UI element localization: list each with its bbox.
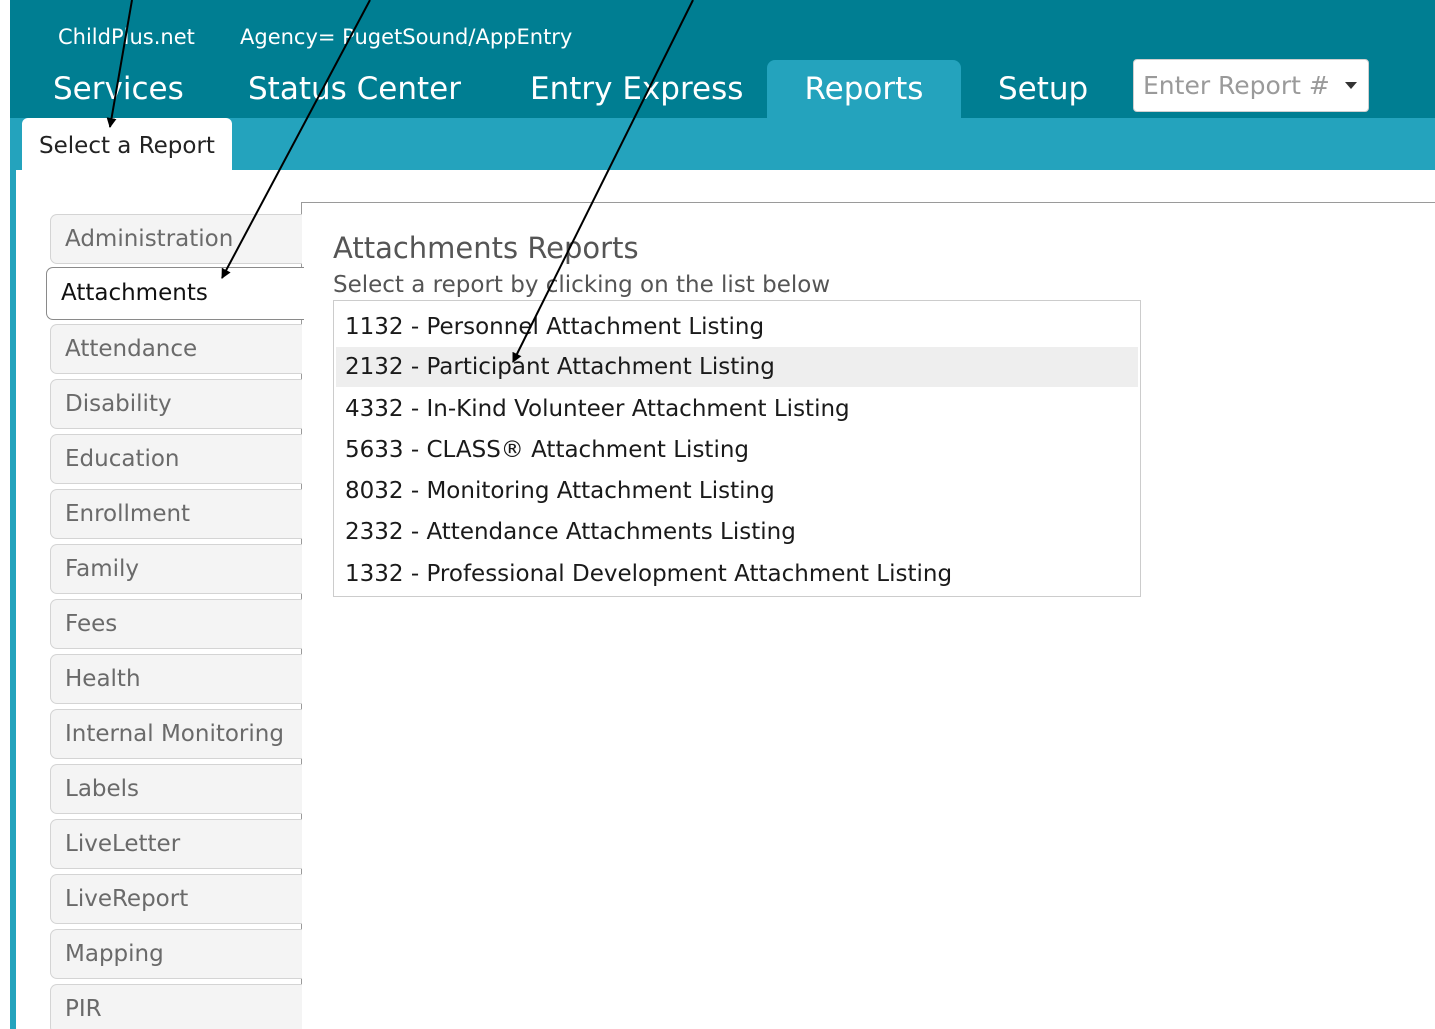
category-mapping[interactable]: Mapping <box>50 929 302 979</box>
category-attendance[interactable]: Attendance <box>50 324 302 374</box>
instruction-text: Select a report by clicking on the list … <box>333 272 831 298</box>
category-liveletter[interactable]: LiveLetter <box>50 819 302 869</box>
agency-label: Agency= PugetSound/AppEntry <box>240 25 573 49</box>
report-number-placeholder: Enter Report # <box>1143 71 1330 100</box>
app-window: ChildPlus.net Agency= PugetSound/AppEntr… <box>0 0 1435 1029</box>
category-education[interactable]: Education <box>50 434 302 484</box>
category-internal-monitoring[interactable]: Internal Monitoring <box>50 709 302 759</box>
left-border <box>10 170 16 1029</box>
category-attachments[interactable]: Attachments <box>46 267 304 320</box>
category-labels[interactable]: Labels <box>50 764 302 814</box>
report-item-5633[interactable]: 5633 - CLASS® Attachment Listing <box>336 430 1138 470</box>
report-item-4332[interactable]: 4332 - In-Kind Volunteer Attachment List… <box>336 389 1138 429</box>
category-enrollment[interactable]: Enrollment <box>50 489 302 539</box>
category-disability[interactable]: Disability <box>50 379 302 429</box>
nav-tab-services[interactable]: Services <box>53 60 184 118</box>
report-list: 1132 - Personnel Attachment Listing 2132… <box>333 300 1141 597</box>
report-number-select[interactable]: Enter Report # <box>1133 59 1369 112</box>
category-livereport[interactable]: LiveReport <box>50 874 302 924</box>
category-fees[interactable]: Fees <box>50 599 302 649</box>
nav-tab-status-center[interactable]: Status Center <box>248 60 461 118</box>
category-pir[interactable]: PIR <box>50 984 302 1029</box>
report-item-1332[interactable]: 1332 - Professional Development Attachme… <box>336 554 1138 594</box>
nav-tab-reports[interactable]: Reports <box>767 60 961 118</box>
report-item-8032[interactable]: 8032 - Monitoring Attachment Listing <box>336 471 1138 511</box>
caret-down-icon[interactable] <box>1345 82 1357 89</box>
category-health[interactable]: Health <box>50 654 302 704</box>
page-title: Attachments Reports <box>333 231 639 265</box>
category-family[interactable]: Family <box>50 544 302 594</box>
subtab-select-a-report[interactable]: Select a Report <box>22 118 232 176</box>
report-item-1132[interactable]: 1132 - Personnel Attachment Listing <box>336 307 1138 347</box>
report-item-2332[interactable]: 2332 - Attendance Attachments Listing <box>336 512 1138 552</box>
category-administration[interactable]: Administration <box>50 214 302 264</box>
nav-tab-setup[interactable]: Setup <box>998 60 1088 118</box>
report-item-2132[interactable]: 2132 - Participant Attachment Listing <box>336 347 1138 387</box>
nav-tab-entry-express[interactable]: Entry Express <box>530 60 743 118</box>
app-title: ChildPlus.net <box>58 25 195 49</box>
